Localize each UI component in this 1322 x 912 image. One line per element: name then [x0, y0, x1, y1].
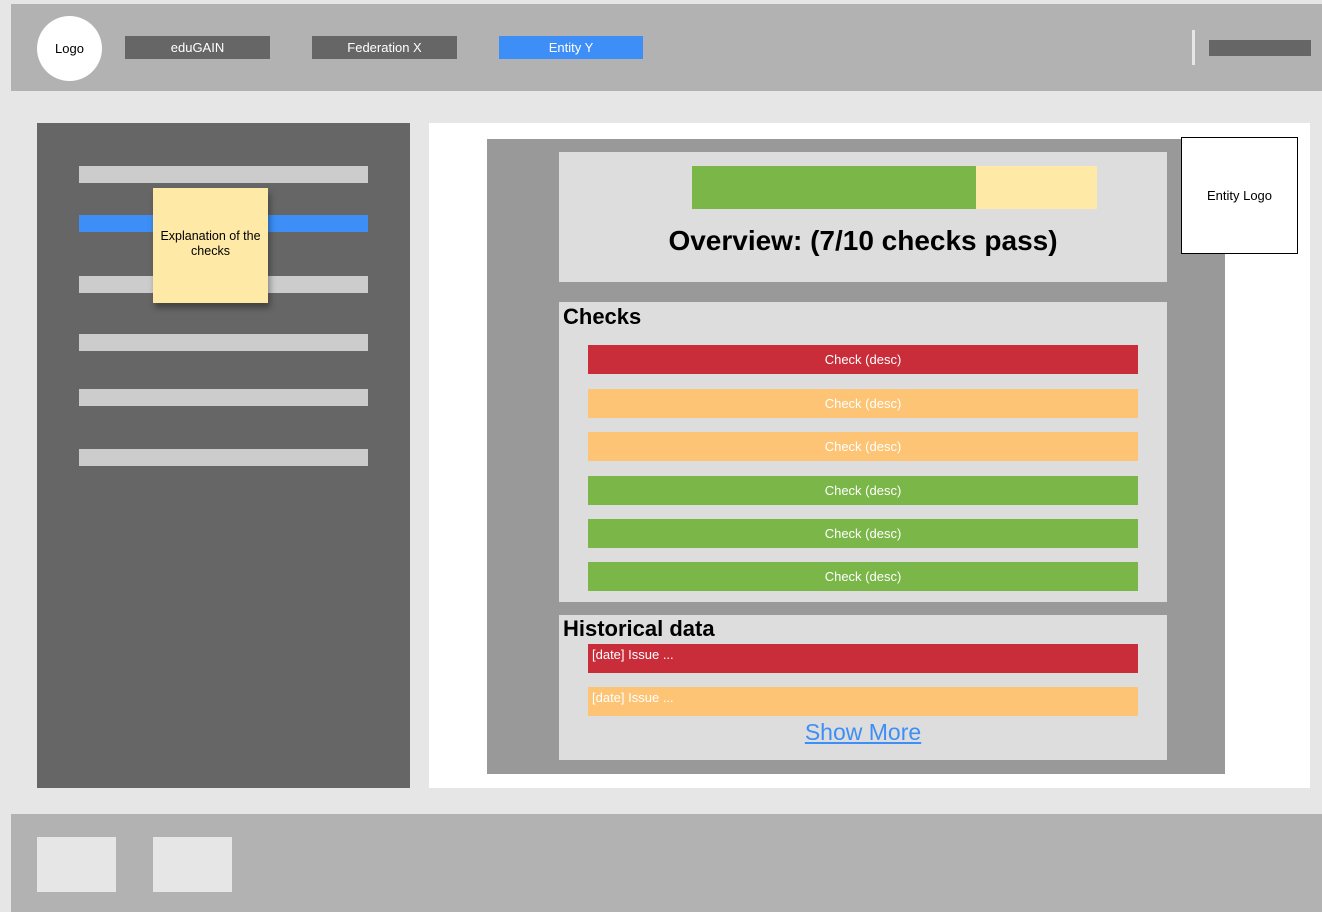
sidebar-item[interactable] — [79, 166, 368, 183]
check-row[interactable]: Check (desc) — [588, 519, 1138, 548]
show-more-link[interactable]: Show More — [559, 719, 1167, 746]
progress-fill — [692, 166, 976, 209]
tab-entity-y[interactable]: Entity Y — [499, 36, 643, 59]
top-header: Logo eduGAIN Federation X Entity Y — [11, 4, 1322, 91]
tab-edugain[interactable]: eduGAIN — [125, 36, 270, 59]
logo[interactable]: Logo — [37, 16, 102, 81]
sticky-note: Explanation of the checks — [153, 188, 268, 303]
entity-logo: Entity Logo — [1181, 137, 1298, 254]
header-divider — [1192, 30, 1195, 65]
user-menu-placeholder[interactable] — [1209, 40, 1311, 56]
sidebar: Explanation of the checks — [37, 123, 410, 788]
footer-button[interactable] — [37, 837, 116, 892]
check-row[interactable]: Check (desc) — [588, 476, 1138, 505]
checks-panel: Checks Check (desc) Check (desc) Check (… — [559, 302, 1167, 602]
check-row[interactable]: Check (desc) — [588, 562, 1138, 591]
progress-bar — [692, 166, 1097, 209]
history-title: Historical data — [563, 616, 715, 641]
tab-federation-x[interactable]: Federation X — [312, 36, 457, 59]
overview-title: Overview: (7/10 checks pass) — [668, 225, 1058, 256]
footer — [11, 814, 1322, 912]
content-frame: Overview: (7/10 checks pass) Checks Chec… — [487, 139, 1225, 774]
check-row[interactable]: Check (desc) — [588, 389, 1138, 418]
logo-label: Logo — [55, 41, 84, 56]
history-panel: Historical data [date] Issue ... [date] … — [559, 615, 1167, 760]
sidebar-item[interactable] — [79, 449, 368, 466]
history-row[interactable]: [date] Issue ... — [588, 644, 1138, 673]
main-area: Overview: (7/10 checks pass) Checks Chec… — [429, 123, 1310, 788]
sidebar-item[interactable] — [79, 334, 368, 351]
checks-title: Checks — [563, 304, 642, 329]
check-row[interactable]: Check (desc) — [588, 345, 1138, 374]
history-row[interactable]: [date] Issue ... — [588, 687, 1138, 716]
overview-panel: Overview: (7/10 checks pass) — [559, 152, 1167, 282]
check-row[interactable]: Check (desc) — [588, 432, 1138, 461]
sidebar-item[interactable] — [79, 389, 368, 406]
footer-button[interactable] — [153, 837, 232, 892]
entity-logo-label: Entity Logo — [1206, 188, 1273, 203]
